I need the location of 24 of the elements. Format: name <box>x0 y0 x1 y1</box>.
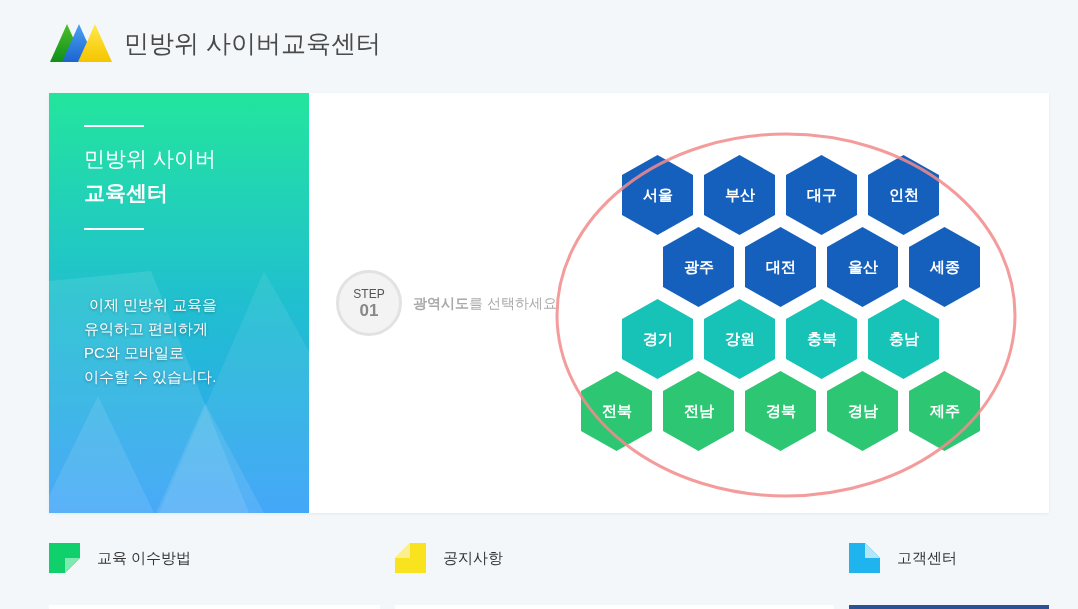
region-hex-button[interactable]: 대전 <box>745 227 816 307</box>
region-hex-button[interactable]: 인천 <box>868 155 939 235</box>
quick-link[interactable]: 고객센터 <box>849 543 957 573</box>
step-label: STEP <box>353 286 385 301</box>
divider-line <box>84 125 144 127</box>
region-hex-button[interactable]: 세종 <box>909 227 980 307</box>
quick-link[interactable]: 교육 이수방법 <box>49 543 192 573</box>
logo-icon <box>50 24 112 63</box>
step-instruction: 광역시도를 선택하세요 <box>413 293 557 313</box>
folded-page-icon <box>49 543 80 573</box>
step-number: 01 <box>359 300 379 320</box>
region-hex-button[interactable]: 대구 <box>786 155 857 235</box>
quick-link[interactable]: 공지사항 <box>395 543 503 573</box>
region-hex-button[interactable]: 부산 <box>704 155 775 235</box>
intro-title: 민방위 사이버 <box>84 146 216 172</box>
intro-description: 이제 민방위 교육을 유익하고 편리하게 PC와 모바일로 이수할 수 있습니다. <box>84 295 218 387</box>
region-hex-button[interactable]: 광주 <box>663 227 734 307</box>
site-title: 민방위 사이버교육센터 <box>124 27 381 59</box>
region-hex-button[interactable]: 서울 <box>622 155 693 235</box>
intro-subtitle: 교육센터 <box>84 180 168 206</box>
folded-page-icon <box>395 543 426 573</box>
region-hex-button[interactable]: 울산 <box>827 227 898 307</box>
divider-line <box>84 228 144 230</box>
folded-page-icon <box>849 543 880 573</box>
